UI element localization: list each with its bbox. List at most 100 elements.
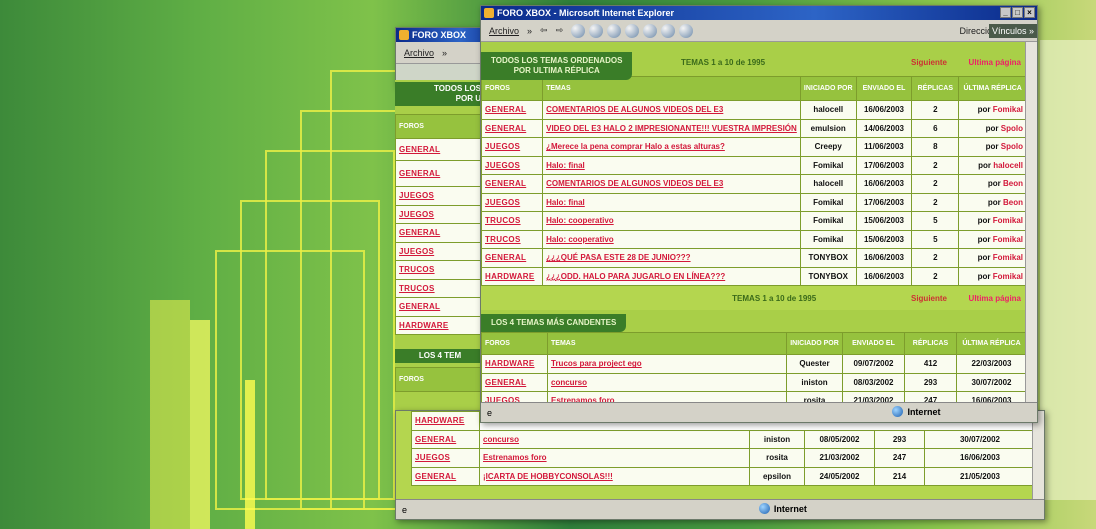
maximize-button[interactable]: □ bbox=[1012, 7, 1023, 18]
archivo-menu[interactable]: Archivo bbox=[489, 26, 519, 36]
row-foro-link[interactable]: GENERAL bbox=[481, 372, 548, 392]
back-foro-link[interactable]: JUEGOS bbox=[395, 186, 485, 206]
table-row: HARDWARE Trucos para project ego Quester 09… bbox=[481, 354, 1027, 374]
row-ultima-user[interactable]: Beon bbox=[1003, 179, 1023, 188]
next-link[interactable]: Siguiente bbox=[911, 58, 947, 67]
close-button[interactable]: × bbox=[1024, 7, 1035, 18]
row-replicas: 293 bbox=[904, 372, 957, 392]
hot-topics-table: FOROS TEMAS INICIADO POR ENVIADO EL RÉPL… bbox=[481, 332, 1027, 404]
back-row-foro[interactable]: GENERAL bbox=[411, 466, 480, 486]
por-label: por bbox=[985, 123, 999, 133]
archivo-menu[interactable]: Archivo bbox=[404, 48, 434, 58]
row-foro-link[interactable]: TRUCOS bbox=[481, 211, 544, 231]
row-fecha: 16/06/2003 bbox=[855, 266, 913, 286]
mail-icon[interactable] bbox=[679, 23, 694, 38]
back-arrow-icon[interactable]: ⇦ bbox=[540, 25, 548, 36]
por-label: por bbox=[978, 160, 991, 170]
refresh-icon[interactable] bbox=[589, 23, 604, 38]
main-scrollbar[interactable] bbox=[1025, 42, 1037, 404]
back-foro-link[interactable]: TRUCOS bbox=[395, 278, 485, 298]
row-autor: Fomikal bbox=[799, 229, 857, 249]
row-replicas: 6 bbox=[911, 118, 960, 138]
more-menu[interactable]: » bbox=[442, 48, 447, 58]
row-ultima-user[interactable]: Fomikal bbox=[993, 105, 1023, 114]
row-tema-link[interactable]: ¿Merece la pena comprar Halo a estas alt… bbox=[542, 137, 801, 157]
row-tema-link[interactable]: concurso bbox=[547, 372, 787, 392]
footer-last-page-link[interactable]: Ultima página bbox=[969, 294, 1021, 303]
page-status-icon: e bbox=[487, 407, 493, 418]
row-ultima-user[interactable]: Spolo bbox=[1001, 124, 1023, 133]
back-row-foro[interactable]: HARDWARE bbox=[411, 411, 480, 431]
search-icon[interactable] bbox=[625, 23, 640, 38]
stop-icon[interactable] bbox=[571, 23, 586, 38]
minimize-button[interactable]: _ bbox=[1000, 7, 1011, 18]
back-foros-table: FOROS GENERAL GENERAL JUEGOS JUEGOS GENE… bbox=[395, 114, 485, 335]
row-tema-link[interactable]: Trucos para project ego bbox=[547, 354, 787, 374]
row-replicas: 5 bbox=[911, 229, 960, 249]
row-tema-link[interactable]: COMENTARIOS DE ALGUNOS VIDEOS DEL E3 bbox=[542, 174, 801, 194]
row-foro-link[interactable]: HARDWARE bbox=[481, 266, 544, 286]
row-autor: iniston bbox=[786, 372, 843, 392]
row-ultima-user[interactable]: Fomikal bbox=[993, 235, 1023, 244]
history-icon[interactable] bbox=[661, 23, 676, 38]
home-icon[interactable] bbox=[607, 23, 622, 38]
back-scrollbar[interactable] bbox=[1032, 411, 1044, 499]
row-ultima-user[interactable]: Fomikal bbox=[993, 216, 1023, 225]
row-tema-link[interactable]: Halo: cooperativo bbox=[542, 211, 801, 231]
back-row-tema[interactable]: Estrenamos foro bbox=[479, 448, 750, 468]
row-replicas: 2 bbox=[911, 155, 960, 175]
row-autor: TONYBOX bbox=[799, 266, 857, 286]
back-foro-link[interactable]: HARDWARE bbox=[395, 315, 485, 335]
row-foro-link[interactable]: GENERAL bbox=[481, 100, 544, 120]
por-label: por bbox=[977, 105, 991, 115]
back-foro-link[interactable]: JUEGOS bbox=[395, 204, 485, 224]
row-tema-link[interactable]: Halo: cooperativo bbox=[542, 229, 801, 249]
links-menu[interactable]: Vínculos » bbox=[988, 23, 1037, 38]
back-row-tema[interactable]: ¡ICARTA DE HOBBYCONSOLAS!!! bbox=[479, 466, 750, 486]
forward-arrow-icon[interactable]: ⇨ bbox=[556, 25, 564, 36]
row-foro-link[interactable]: JUEGOS bbox=[481, 155, 544, 175]
row-foro-link[interactable]: JUEGOS bbox=[481, 137, 544, 157]
row-ultima-user[interactable]: Fomikal bbox=[993, 253, 1023, 262]
more-menu[interactable]: » bbox=[527, 26, 532, 36]
row-tema-link[interactable]: COMENTARIOS DE ALGUNOS VIDEOS DEL E3 bbox=[542, 100, 801, 120]
row-replicas: 2 bbox=[911, 248, 960, 268]
favorites-icon[interactable] bbox=[643, 23, 658, 38]
row-tema-link[interactable]: ¿¿¿ODD. HALO PARA JUGARLO EN LÍNEA??? bbox=[542, 266, 801, 286]
back-row-tema[interactable]: concurso bbox=[479, 429, 750, 449]
row-foro-link[interactable]: GENERAL bbox=[481, 118, 544, 138]
back-foro-link[interactable]: GENERAL bbox=[395, 138, 485, 161]
row-foro-link[interactable]: HARDWARE bbox=[481, 354, 548, 374]
row-tema-link[interactable]: VIDEO DEL E3 HALO 2 IMPRESIONANTE!!! VUE… bbox=[542, 118, 801, 138]
back-row-foro[interactable]: GENERAL bbox=[411, 429, 480, 449]
row-ultima: por Fomikal bbox=[958, 229, 1027, 249]
row-foro-link[interactable]: GENERAL bbox=[481, 248, 544, 268]
row-tema-link[interactable]: Halo: final bbox=[542, 192, 801, 212]
row-replicas: 2 bbox=[911, 100, 960, 120]
main-internet-zone: Internet bbox=[892, 406, 940, 417]
row-ultima-user[interactable]: Beon bbox=[1003, 198, 1023, 207]
last-page-link[interactable]: Ultima página bbox=[969, 58, 1021, 67]
col-header-iniciado: INICIADO POR bbox=[799, 76, 857, 101]
back-foro-link[interactable]: TRUCOS bbox=[395, 260, 485, 280]
row-tema-link[interactable]: ¿¿¿QUÉ PASA ESTE 28 DE JUNIO??? bbox=[542, 248, 801, 268]
row-foro-link[interactable]: GENERAL bbox=[481, 174, 544, 194]
row-foro-link[interactable]: TRUCOS bbox=[481, 229, 544, 249]
footer-next-link[interactable]: Siguiente bbox=[911, 294, 947, 303]
row-ultima: por Fomikal bbox=[958, 100, 1027, 120]
row-foro-link[interactable]: JUEGOS bbox=[481, 192, 544, 212]
back-foro-link[interactable]: GENERAL bbox=[395, 297, 485, 317]
row-ultima-user[interactable]: Fomikal bbox=[993, 272, 1023, 281]
row-tema-link[interactable]: Halo: final bbox=[542, 155, 801, 175]
row-replicas: 2 bbox=[911, 192, 960, 212]
back-foro-link[interactable]: JUEGOS bbox=[395, 241, 485, 261]
back-foro-link[interactable]: GENERAL bbox=[395, 223, 485, 243]
row-ultima-user[interactable]: Spolo bbox=[1001, 142, 1023, 151]
row-fecha: 15/06/2003 bbox=[855, 229, 913, 249]
row-ultima: 30/07/2002 bbox=[956, 372, 1027, 392]
back-foro-link[interactable]: GENERAL bbox=[395, 160, 485, 187]
back-row-fecha: 24/05/2002 bbox=[804, 466, 875, 486]
back-row-foro[interactable]: JUEGOS bbox=[411, 448, 480, 468]
table-row: GENERAL concurso iniston 08/03/2002 293 30/07… bbox=[481, 372, 1027, 392]
row-ultima-user[interactable]: halocell bbox=[993, 161, 1023, 170]
